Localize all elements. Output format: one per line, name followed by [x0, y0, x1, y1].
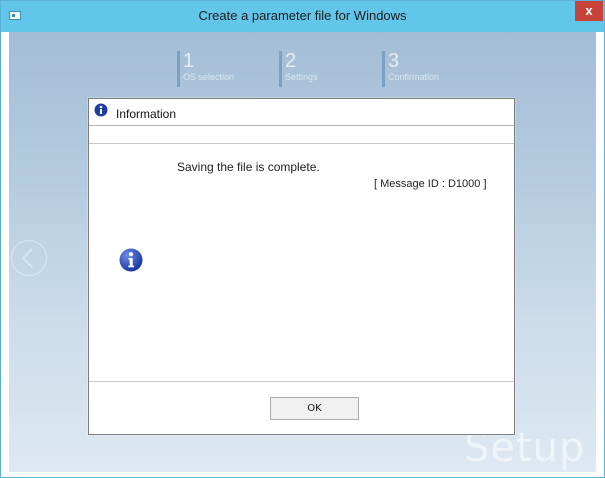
back-arrow-icon[interactable] — [11, 240, 47, 276]
message-id: [ Message ID : D1000 ] — [374, 178, 487, 190]
dialog-title-bar: Information — [89, 99, 514, 126]
window-title: Create a parameter file for Windows — [198, 8, 407, 23]
step-label: Confirmation — [388, 72, 440, 82]
dialog-message: Saving the file is complete. — [177, 160, 320, 174]
ok-button[interactable]: OK — [270, 397, 359, 420]
step-confirmation: 3 Confirmation — [382, 51, 439, 87]
info-icon — [119, 248, 143, 272]
title-bar[interactable]: Create a parameter file for Windows x — [1, 1, 604, 32]
step-label: Settings — [285, 72, 318, 82]
app-window: Create a parameter file for Windows x 1 … — [0, 0, 605, 478]
dialog-header-strip — [89, 126, 514, 144]
step-number: 2 — [285, 50, 297, 72]
dialog-title: Information — [116, 107, 177, 121]
step-settings: 2 Settings — [279, 51, 318, 87]
step-number: 3 — [388, 50, 400, 72]
step-number: 1 — [183, 50, 195, 72]
info-icon — [94, 103, 108, 117]
dialog-footer: OK — [89, 381, 514, 434]
close-button[interactable]: x — [575, 1, 603, 21]
information-dialog: Information Saving the file is complete.… — [88, 98, 515, 435]
step-os-selection: 1 OS selection — [177, 51, 234, 87]
step-label: OS selection — [183, 72, 235, 82]
